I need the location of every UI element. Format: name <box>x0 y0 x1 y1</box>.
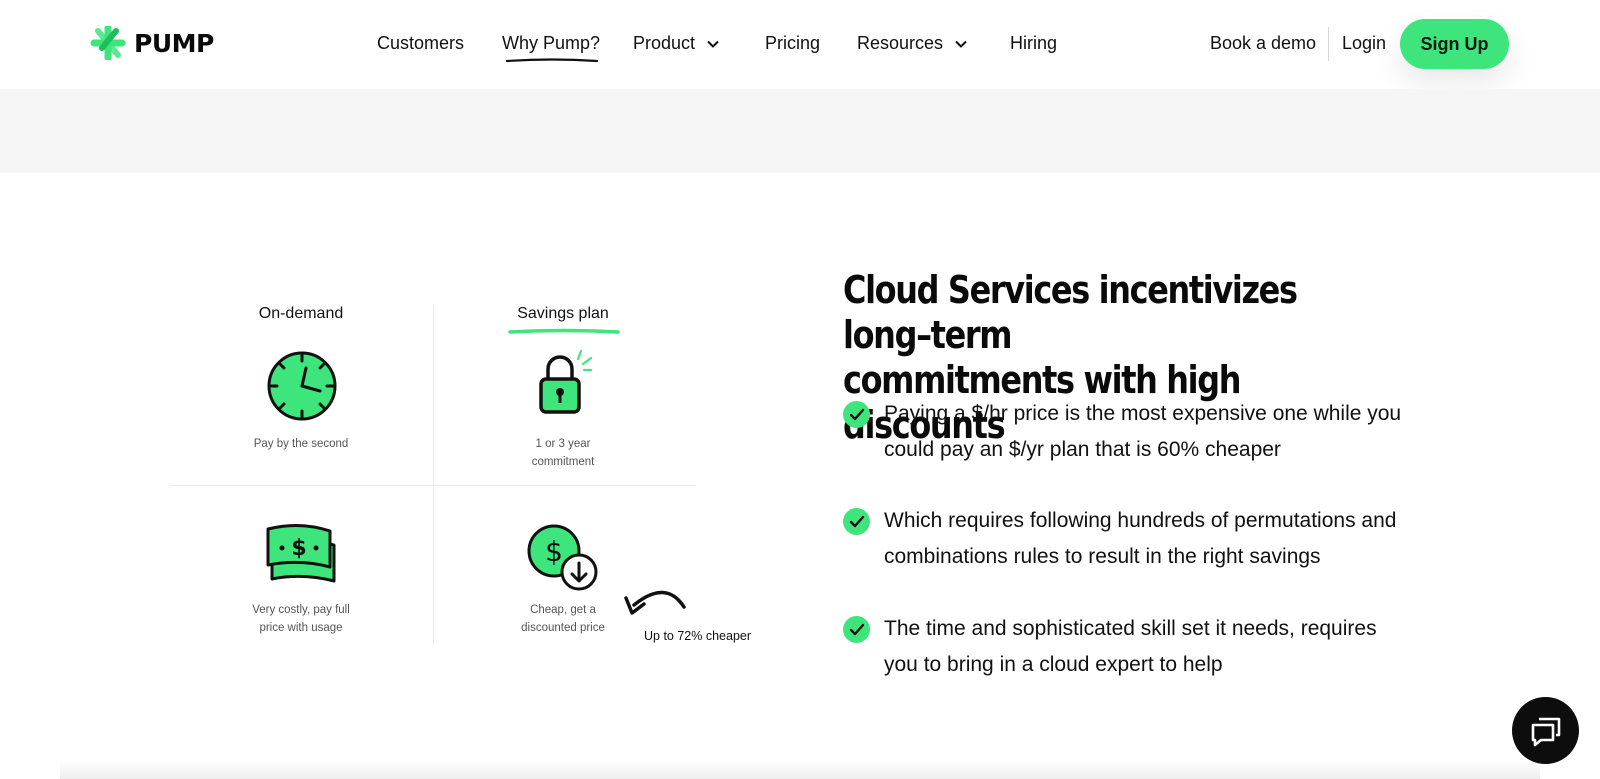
book-demo-link[interactable]: Book a demo <box>1210 33 1316 54</box>
savings-plan-underline-icon <box>508 328 620 334</box>
list-item-line-1: Which requires following hundreds of per… <box>884 509 1397 532</box>
nav-link-product[interactable]: Product <box>633 33 721 54</box>
savings-plan-caption-line2: commitment <box>531 456 595 468</box>
nav-link-pricing[interactable]: Pricing <box>765 33 820 54</box>
svg-text:$: $ <box>545 535 563 568</box>
grid-divider-horizontal <box>170 485 695 486</box>
list-item: The time and sophisticated skill set it … <box>843 616 1443 683</box>
on-demand-title: On-demand <box>258 305 344 322</box>
grid-divider-vertical <box>433 305 434 645</box>
chat-bubble-icon <box>1531 717 1560 746</box>
cash-icon: $ <box>264 523 340 590</box>
chevron-down-icon <box>707 40 719 48</box>
nav-link-pricing-label: Pricing <box>765 33 821 53</box>
list-item-line-2: could pay an $/yr plan that is 60% cheap… <box>884 438 1281 461</box>
chevron-down-icon <box>955 40 967 48</box>
check-icon <box>843 616 870 643</box>
top-navigation: PUMP Customers Why Pump? Product Pricing… <box>0 0 1600 89</box>
list-item-text: Which requires following hundreds of per… <box>884 503 1396 575</box>
list-item-text: Paying a $/hr price is the most expensiv… <box>884 396 1401 468</box>
nav-link-hiring-label: Hiring <box>1010 33 1058 53</box>
chat-widget-button[interactable] <box>1512 697 1579 764</box>
curved-arrow-icon <box>624 590 686 615</box>
login-label: Login <box>1342 33 1387 53</box>
nav-link-product-label: Product <box>633 33 696 53</box>
list-item-line-2: combinations rules to result in the righ… <box>884 545 1321 568</box>
hero-band <box>0 89 1600 173</box>
list-item-line-1: The time and sophisticated skill set it … <box>884 617 1377 640</box>
discount-coin-icon: $ <box>526 523 602 596</box>
nav-link-resources-label: Resources <box>857 33 944 53</box>
list-item: Which requires following hundreds of per… <box>843 508 1443 575</box>
on-demand-cost-caption-line2: price with usage <box>259 622 343 634</box>
on-demand-cost-caption-line1: Very costly, pay full <box>252 604 350 616</box>
nav-link-customers-label: Customers <box>377 33 465 53</box>
sign-up-button[interactable]: Sign Up <box>1400 19 1509 69</box>
heading-line-1: Cloud Services incentivizes long–term <box>843 268 1298 357</box>
on-demand-caption: Pay by the second <box>253 438 349 450</box>
active-underline-icon <box>505 58 599 63</box>
savings-plan-title: Savings plan <box>517 305 609 322</box>
clock-icon <box>266 350 338 427</box>
lock-icon <box>536 345 593 422</box>
nav-link-resources[interactable]: Resources <box>857 33 969 54</box>
nav-links: Customers Why Pump? Product Pricing Reso… <box>0 0 1600 89</box>
svg-text:$: $ <box>291 536 306 561</box>
list-item: Paying a $/hr price is the most expensiv… <box>843 401 1443 468</box>
nav-link-hiring[interactable]: Hiring <box>1010 33 1057 54</box>
nav-link-customers[interactable]: Customers <box>377 33 464 54</box>
check-icon <box>843 508 870 535</box>
nav-link-why-pump-label: Why Pump? <box>502 33 601 53</box>
next-section-edge <box>60 760 1540 779</box>
list-item-text: The time and sophisticated skill set it … <box>884 611 1377 683</box>
savings-note: Up to 72% cheaper <box>644 629 752 643</box>
login-link[interactable]: Login <box>1342 33 1386 54</box>
check-icon <box>843 401 870 428</box>
list-item-line-2: you to bring in a cloud expert to help <box>884 653 1223 676</box>
nav-link-why-pump[interactable]: Why Pump? <box>502 33 601 63</box>
nav-divider <box>1328 27 1329 61</box>
list-item-line-1: Paying a $/hr price is the most expensiv… <box>884 402 1402 425</box>
savings-plan-caption-line1: 1 or 3 year <box>535 438 591 450</box>
book-demo-label: Book a demo <box>1210 33 1317 53</box>
pricing-comparison-illustration: On-demand Pay by the second Savings plan <box>170 295 770 655</box>
